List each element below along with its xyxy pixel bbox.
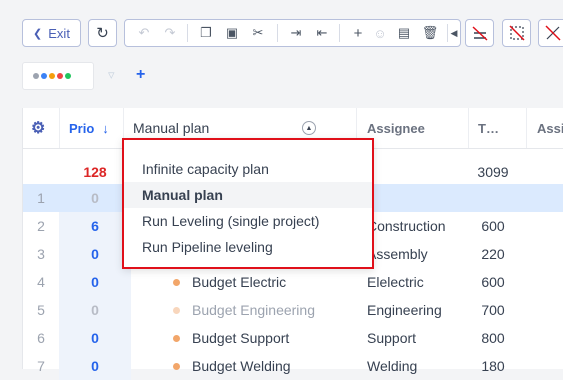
row-number: 4: [37, 274, 45, 290]
toolbar: ❮ Exit ↻ ↶ ↷ ❐ ▣ ✂ ⇥ ⇤ + ☺ ▤ 🗑 ◀: [0, 0, 563, 52]
row-number: 5: [37, 302, 45, 318]
prio-cell: 0: [91, 190, 99, 206]
assignee-cell: Construction: [367, 218, 446, 234]
dropdown-option[interactable]: Run Pipeline leveling: [124, 234, 372, 260]
strike-cross-icon: [544, 25, 561, 41]
t-cell: 800: [481, 330, 505, 346]
copy-icon[interactable]: ❐: [195, 20, 217, 46]
t-cell: 700: [481, 302, 505, 318]
prio-cell: 0: [91, 302, 99, 318]
settings-icon[interactable]: ⚙: [31, 108, 45, 148]
t-cell: [468, 184, 518, 212]
add-filter-icon[interactable]: +: [136, 66, 145, 84]
status-dot-icon: [173, 362, 180, 370]
assi-header[interactable]: Assi: [537, 108, 563, 148]
row-number: 6: [37, 330, 45, 346]
exit-label: Exit: [48, 25, 70, 41]
divider: [277, 24, 278, 42]
refresh-button[interactable]: ↻: [88, 19, 117, 47]
strike-cross-button[interactable]: [538, 19, 563, 47]
assignee-cell: Engineering: [367, 302, 442, 318]
table-row[interactable]: 6 0 Budget Support Support 800: [23, 324, 563, 352]
prio-cell: 0: [91, 358, 99, 374]
edit-toolbar-group: ↶ ↷ ❐ ▣ ✂ ⇥ ⇤ + ☺ ▤ 🗑 ◀: [124, 19, 461, 47]
color-dot: [33, 73, 39, 79]
prio-header[interactable]: Prio ↓: [69, 108, 109, 148]
divider: [526, 108, 527, 148]
sort-down-icon: ↓: [102, 120, 109, 136]
prio-cell: 0: [91, 274, 99, 290]
redo-icon[interactable]: ↷: [159, 20, 181, 46]
add-icon[interactable]: +: [347, 20, 369, 46]
assignee-cell: Welding: [367, 358, 418, 374]
color-filter-button[interactable]: [22, 62, 94, 90]
task-name-label: Budget Support: [192, 330, 290, 346]
baseline-icon: [471, 26, 488, 41]
filter-row: ▿ +: [22, 62, 563, 90]
color-dot: [65, 73, 71, 79]
status-dot-icon: [173, 306, 180, 314]
assignee-cell: Support: [367, 330, 417, 346]
copy-dashed-icon[interactable]: ▣: [221, 20, 243, 46]
divider: [59, 108, 60, 148]
color-dots: [33, 73, 71, 79]
task-name: Budget Engineering: [173, 296, 315, 324]
baseline-button[interactable]: [465, 19, 494, 47]
task-name: Budget Welding: [173, 352, 291, 380]
undo-icon[interactable]: ↶: [133, 20, 155, 46]
task-name-label: Budget Welding: [192, 358, 291, 374]
chevron-left-icon: ❮: [33, 27, 43, 40]
row-number: 7: [37, 358, 45, 374]
task-name-label: Budget Engineering: [192, 302, 315, 318]
prio-cell: 0: [91, 246, 99, 262]
t-header[interactable]: T…: [478, 108, 499, 148]
row-number: 3: [37, 246, 45, 262]
divider: [187, 24, 188, 42]
task-name: Budget Support: [173, 324, 289, 352]
t-cell: 600: [481, 218, 505, 234]
exit-button[interactable]: ❮ Exit: [22, 19, 81, 47]
row-number: 1: [37, 190, 45, 206]
strike-diagonal-button[interactable]: [502, 19, 531, 47]
table-row[interactable]: 5 0 Budget Engineering Engineering 700: [23, 296, 563, 324]
color-dot: [41, 73, 47, 79]
strike-diagonal-icon: [508, 25, 525, 41]
color-dot: [49, 73, 55, 79]
trash-icon[interactable]: 🗑: [419, 20, 441, 46]
cut-icon[interactable]: ✂: [247, 20, 269, 46]
assignee-cell: Assembly: [367, 246, 428, 262]
refresh-icon: ↻: [96, 25, 109, 42]
prio-cell: 0: [91, 330, 99, 346]
indent-icon[interactable]: ⇥: [285, 20, 307, 46]
t-cell: 600: [481, 274, 505, 290]
task-name-label: Budget Electric: [192, 274, 287, 290]
left-arrow-icon[interactable]: ◀: [447, 20, 461, 46]
task-name: Budget Electric: [173, 268, 286, 296]
filter-off-icon[interactable]: ▿: [108, 67, 115, 83]
add-resource-icon[interactable]: ☺: [369, 20, 391, 46]
form-icon[interactable]: ▤: [393, 20, 415, 46]
prio-total: 128: [83, 164, 107, 180]
table-row[interactable]: 7 0 Budget Welding Welding 180: [23, 352, 563, 380]
assignee-header[interactable]: Assignee: [367, 108, 425, 148]
table-row[interactable]: 4 0 Budget Electric Elelectric 600: [23, 268, 563, 296]
prio-header-label: Prio: [69, 120, 95, 136]
color-dot: [57, 73, 63, 79]
collapse-up-icon[interactable]: ▲: [302, 121, 316, 135]
assignee-cell: Elelectric: [367, 274, 424, 290]
dropdown-option[interactable]: Run Leveling (single project): [124, 208, 372, 234]
t-cell: 180: [481, 358, 505, 374]
row-number: 2: [37, 218, 45, 234]
outdent-icon[interactable]: ⇤: [311, 20, 333, 46]
plan-mode-dropdown: Infinite capacity plan Manual plan Run Lev…: [122, 138, 374, 269]
dropdown-option[interactable]: Manual plan: [124, 182, 372, 208]
divider: [339, 24, 340, 42]
status-dot-icon: [173, 278, 180, 286]
status-dot-icon: [173, 334, 180, 342]
prio-cell: 6: [91, 218, 99, 234]
t-cell: 220: [481, 246, 505, 262]
divider: [468, 108, 469, 148]
dropdown-option[interactable]: Infinite capacity plan: [124, 156, 372, 182]
t-total: 3099: [477, 164, 509, 180]
